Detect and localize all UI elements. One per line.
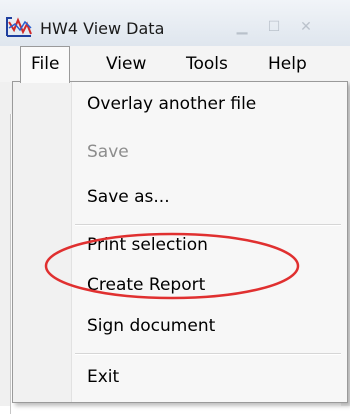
menu-item-save: Save — [87, 142, 129, 162]
file-menu-dropdown: Overlay another file Save Save as... Pri… — [12, 81, 348, 403]
menu-item-sign-document[interactable]: Sign document — [87, 316, 215, 336]
menu-view[interactable]: View — [96, 46, 156, 82]
menu-icon-gutter — [13, 82, 72, 402]
app-icon — [6, 17, 32, 37]
maximize-button[interactable]: ☐ — [262, 18, 286, 36]
menu-tools[interactable]: Tools — [176, 46, 238, 82]
close-icon: ✕ — [300, 19, 312, 35]
title-bar: HW4 View Data ▁ ☐ ✕ — [0, 0, 350, 46]
close-button[interactable]: ✕ — [294, 18, 318, 36]
minimize-icon: ▁ — [236, 19, 248, 35]
maximize-icon: ☐ — [267, 19, 281, 35]
menu-separator — [75, 353, 341, 355]
minimize-button[interactable]: ▁ — [230, 18, 254, 36]
menu-separator — [75, 224, 341, 226]
menu-item-overlay-another-file[interactable]: Overlay another file — [87, 94, 256, 114]
menu-item-save-as[interactable]: Save as... — [87, 187, 170, 207]
menu-item-print-selection[interactable]: Print selection — [87, 235, 208, 255]
menu-bar: File View Tools Help — [0, 46, 350, 83]
menu-file[interactable]: File — [20, 46, 71, 83]
menu-item-create-report[interactable]: Create Report — [87, 275, 205, 295]
window-title: HW4 View Data — [40, 19, 165, 38]
menu-help[interactable]: Help — [258, 46, 317, 82]
menu-item-exit[interactable]: Exit — [87, 367, 119, 387]
